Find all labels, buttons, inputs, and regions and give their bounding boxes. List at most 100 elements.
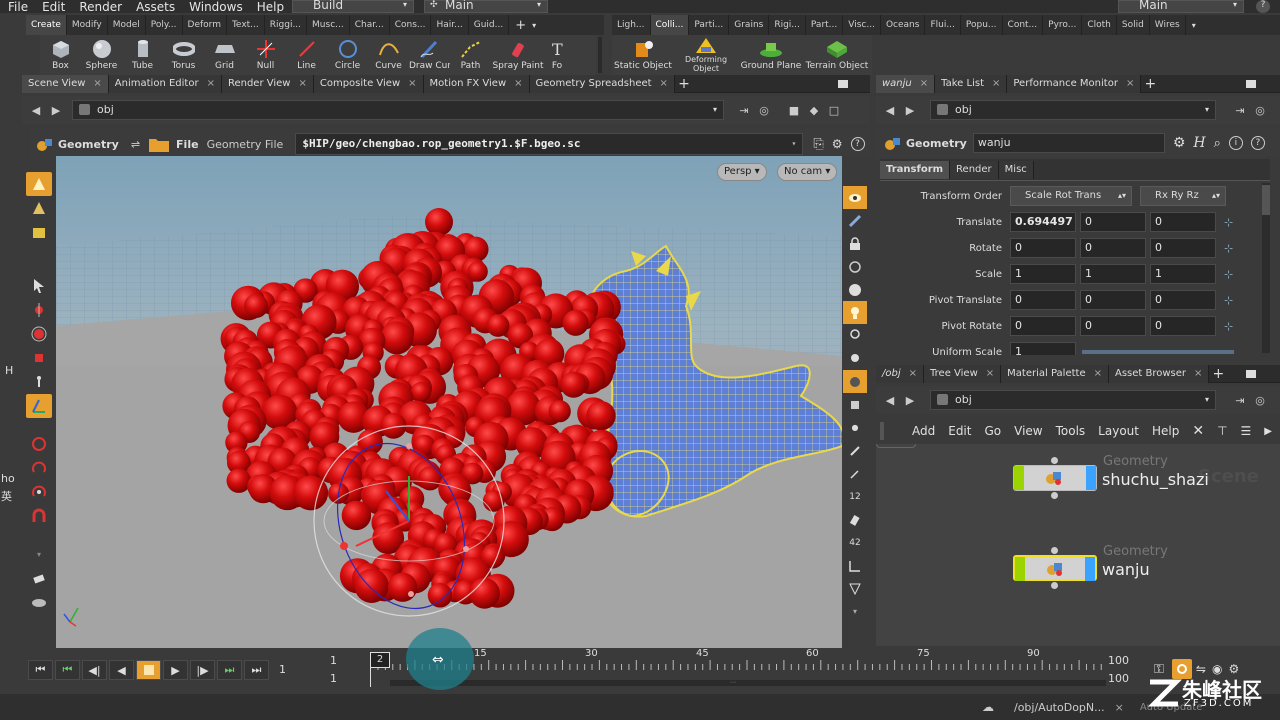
back-arrow-icon[interactable]: ◀ <box>880 390 900 410</box>
network-menu-go[interactable]: Go <box>984 424 1001 438</box>
view-icon[interactable]: □ <box>824 100 844 120</box>
shelf-tab-deform[interactable]: Deform <box>183 15 227 35</box>
close-icon[interactable]: × <box>909 368 917 379</box>
tool-grid[interactable]: Grid <box>204 38 245 72</box>
menu-render[interactable]: Render <box>79 1 122 13</box>
scale-x-field[interactable]: 1 <box>1010 264 1076 284</box>
node-name-field[interactable]: wanju <box>972 133 1165 153</box>
shelf-tab-poly[interactable]: Poly... <box>146 15 183 35</box>
tree-icon[interactable]: ⊤ <box>1217 424 1227 438</box>
menu-edit[interactable]: Edit <box>42 1 65 13</box>
tool-ground-plane[interactable]: Ground Plane <box>738 38 804 72</box>
tool-spray-paint[interactable]: Spray Paint <box>491 38 545 72</box>
back-arrow-icon[interactable]: ◀ <box>26 100 46 120</box>
translate-z-field[interactable]: 0 <box>1150 212 1216 232</box>
network-editor[interactable]: Scene Geometry shuchu_shazi Geometry wan… <box>876 444 1280 646</box>
eye-icon[interactable] <box>843 186 867 209</box>
gear-icon[interactable]: ⚙ <box>1173 135 1186 151</box>
close-icon[interactable]: × <box>93 78 101 89</box>
close-icon[interactable]: × <box>1126 78 1134 89</box>
cloud-icon[interactable]: ☁ <box>982 700 994 714</box>
wrench-icon[interactable]: ✕ <box>1192 423 1204 439</box>
timeline-ruler[interactable]: 2 15 30 45 60 75 90 <box>370 648 1106 687</box>
shelf-tab-container[interactable]: Cont... <box>1003 15 1044 35</box>
rotate-y-field[interactable]: 0 <box>1080 238 1146 258</box>
close-icon[interactable]: × <box>660 78 668 89</box>
info-icon[interactable]: i <box>1228 136 1243 150</box>
params-scrollbar[interactable] <box>1262 183 1270 353</box>
move-icon[interactable] <box>26 298 52 322</box>
tool-tube[interactable]: Tube <box>122 38 163 72</box>
tab-animation-editor[interactable]: Animation Editor × <box>108 74 222 93</box>
snap-grid-icon[interactable] <box>26 456 52 480</box>
camera-menu[interactable]: No cam ▾ <box>777 163 838 181</box>
select-tool-icon[interactable] <box>26 172 52 196</box>
ghost-icon[interactable] <box>843 209 867 232</box>
snap-prim-icon[interactable] <box>26 480 52 504</box>
pivot-translate-y-field[interactable]: 0 <box>1080 290 1146 310</box>
tool-deforming-object[interactable]: Deforming Object <box>674 37 738 73</box>
channel-icon[interactable]: ⊹ <box>1224 242 1233 255</box>
scene-icon[interactable]: ◆ <box>804 100 824 120</box>
close-icon[interactable]: × <box>514 78 522 89</box>
shelf-tab-viscous[interactable]: Visc... <box>843 15 881 35</box>
number-12-icon[interactable]: 12 <box>843 485 867 508</box>
global-start-field[interactable]: 1 <box>330 670 360 688</box>
point-icon[interactable]: ● <box>843 416 867 439</box>
tab-misc[interactable]: Misc <box>998 160 1034 179</box>
close-icon[interactable]: × <box>298 78 306 89</box>
path-field[interactable]: obj ▾ <box>72 100 724 120</box>
help-icon[interactable]: ? <box>850 137 865 151</box>
translate-y-field[interactable]: 0 <box>1080 212 1146 232</box>
shelf-tab-guide[interactable]: Guid... <box>469 15 510 35</box>
safe-area-icon[interactable] <box>843 577 867 600</box>
network-menu-help[interactable]: Help <box>1152 424 1179 438</box>
network-menu-add[interactable]: Add <box>912 424 935 438</box>
list-icon[interactable]: ☰ <box>1241 424 1252 438</box>
file-path-field[interactable]: $HIP/geo/chengbao.rop_geometry1.$F.bgeo.… <box>295 133 804 155</box>
play-icon[interactable]: ▶ <box>163 660 188 680</box>
global-end-field[interactable]: 100 <box>1108 670 1144 688</box>
pivot-translate-x-field[interactable]: 0 <box>1010 290 1076 310</box>
chevron-down-icon[interactable]: ▾ <box>532 21 536 30</box>
paint-icon[interactable] <box>26 566 52 590</box>
sculpt-icon[interactable] <box>26 590 52 614</box>
node-display-flag[interactable] <box>1014 466 1024 490</box>
shelf-tab-rigid[interactable]: Rigi... <box>769 15 806 35</box>
range-end-field[interactable]: 100 <box>1108 652 1144 670</box>
pin-icon[interactable]: ⇥ <box>734 100 754 120</box>
uniform-scale-slider[interactable] <box>1082 350 1234 354</box>
help-icon[interactable]: ? <box>1256 0 1270 13</box>
forward-arrow-icon[interactable]: ▶ <box>46 100 66 120</box>
rotate-z-field[interactable]: 0 <box>1150 238 1216 258</box>
tool-path[interactable]: Path <box>450 38 491 72</box>
tab-transform[interactable]: Transform <box>880 160 951 179</box>
normal-icon[interactable] <box>843 439 867 462</box>
lock-icon[interactable] <box>843 232 867 255</box>
background-icon[interactable] <box>843 370 867 393</box>
pivot-translate-z-field[interactable]: 0 <box>1150 290 1216 310</box>
desktop-dropdown-build[interactable]: Build ▾ <box>292 0 414 13</box>
tool-draw-curve[interactable]: Draw Curve <box>409 38 450 72</box>
tab-take-list[interactable]: Take List × <box>935 74 1008 93</box>
wireframe-icon[interactable] <box>843 278 867 301</box>
pointer-icon[interactable] <box>26 274 52 298</box>
chevron-down-icon[interactable]: ▾ <box>26 542 52 566</box>
rotation-order-menu[interactable]: Rx Ry Rz ▴▾ <box>1140 186 1226 206</box>
tab-motion-fx-view[interactable]: Motion FX View × <box>423 74 530 93</box>
search-icon[interactable]: ⌕ <box>1214 136 1221 151</box>
step-forward-icon[interactable]: |▶ <box>190 660 215 680</box>
number-42-icon[interactable]: 42 <box>843 531 867 554</box>
file-chooser-icon[interactable]: ⎘ <box>813 137 823 152</box>
link-icon[interactable]: ◎ <box>1250 390 1270 410</box>
tool-static-object[interactable]: Static Object <box>612 38 674 72</box>
shelf-tab-solid[interactable]: Solid <box>1117 15 1150 35</box>
tab-tree-view[interactable]: Tree View × <box>924 364 1002 383</box>
chevron-down-icon[interactable]: ▾ <box>843 600 867 623</box>
tool-line[interactable]: Line <box>286 38 327 72</box>
jump-start-icon[interactable]: ⏮ <box>28 660 53 680</box>
shelf-tab-muscles[interactable]: Musc... <box>307 15 350 35</box>
channel-icon[interactable]: ⊹ <box>1224 216 1233 229</box>
node-input[interactable] <box>1051 457 1058 464</box>
menu-file[interactable]: File <box>8 1 28 13</box>
